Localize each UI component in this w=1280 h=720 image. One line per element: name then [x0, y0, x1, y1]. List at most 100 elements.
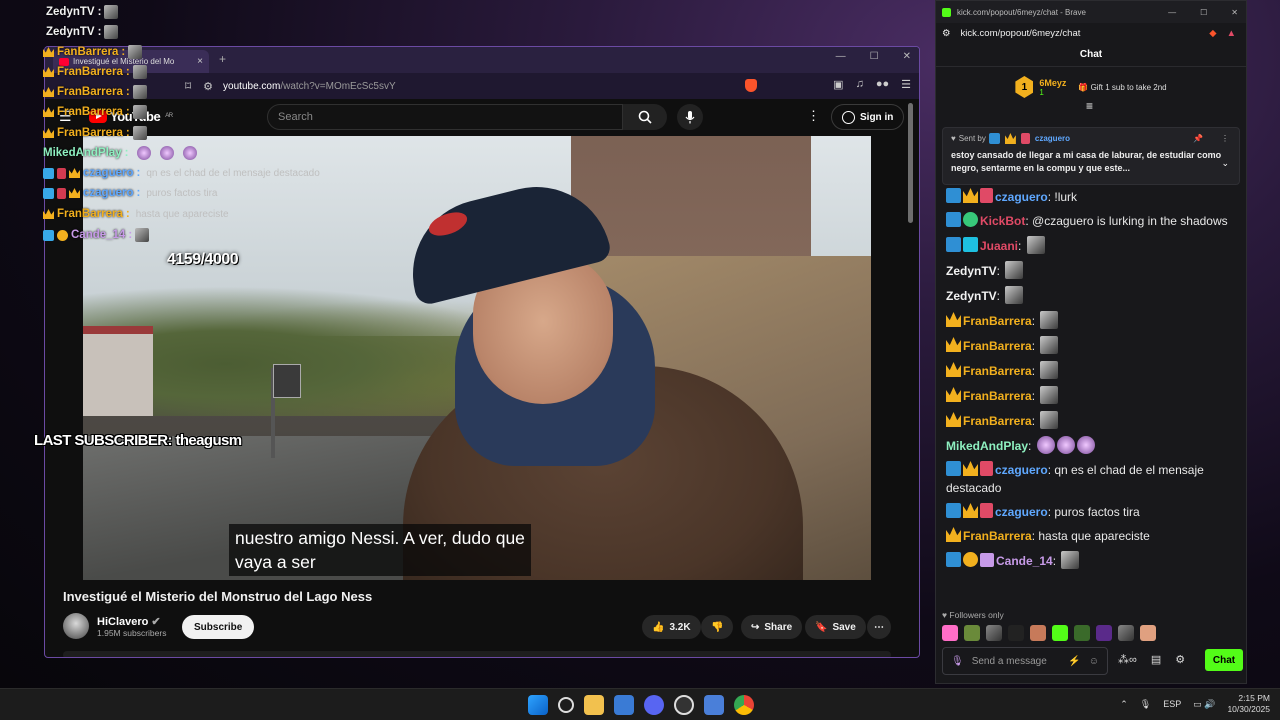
sign-in-button[interactable]: Sign in: [831, 104, 905, 130]
obs-icon[interactable]: [674, 695, 694, 715]
chat-username[interactable]: czaguero: [995, 190, 1048, 204]
more-options-icon[interactable]: ⋮: [807, 108, 820, 124]
chat-message[interactable]: czaguero: puros factos tira: [942, 500, 1240, 524]
start-icon[interactable]: [528, 695, 548, 715]
chat-username[interactable]: MikedAndPlay: [946, 439, 1028, 453]
share-button[interactable]: ↪ Share: [741, 615, 803, 639]
discord-icon[interactable]: [644, 695, 664, 715]
more-actions-button[interactable]: ⋯: [867, 615, 891, 639]
chat-message[interactable]: FranBarrera:: [942, 383, 1240, 408]
chat-username[interactable]: ZedynTV: [946, 289, 997, 303]
search-button[interactable]: [623, 104, 667, 130]
language-indicator[interactable]: ESP: [1163, 699, 1181, 709]
chat-username[interactable]: czaguero: [995, 505, 1048, 519]
emote-3[interactable]: [986, 625, 1002, 641]
browser-menu-icon[interactable]: ☰: [901, 78, 911, 91]
chat-username[interactable]: FranBarrera: [963, 529, 1032, 543]
gift-sub-cta[interactable]: 🎁 Gift 1 sub to take 2nd: [1078, 83, 1166, 92]
page-scrollbar[interactable]: [908, 103, 913, 223]
send-chat-button[interactable]: Chat: [1205, 649, 1243, 671]
channel-avatar[interactable]: [63, 613, 89, 639]
maximize-icon[interactable]: ☐: [1200, 8, 1207, 17]
chat-message[interactable]: czaguero: qn es el chad de el mensaje de…: [942, 458, 1240, 500]
chat-username[interactable]: FranBarrera: [963, 389, 1032, 403]
emote-6[interactable]: [1052, 625, 1068, 641]
network-volume-icon[interactable]: ▭ 🔊: [1193, 699, 1215, 710]
tray-chevron-icon[interactable]: ⌃: [1120, 699, 1128, 710]
emote-9[interactable]: [1118, 625, 1134, 641]
chat-message[interactable]: FranBarrera:: [942, 358, 1240, 383]
pinned-username[interactable]: czaguero: [1035, 134, 1070, 143]
music-icon[interactable]: ♫: [856, 78, 864, 91]
emote-heart[interactable]: [942, 625, 958, 641]
close-window-icon[interactable]: ✕: [903, 51, 911, 62]
clock[interactable]: 2:15 PM 10/30/2025: [1227, 693, 1270, 715]
like-button[interactable]: 👍 3.2K: [642, 615, 701, 639]
chrome-icon[interactable]: [734, 695, 754, 715]
chat-message[interactable]: Juaani:: [942, 233, 1240, 258]
chat-url[interactable]: kick.com/popout/6meyz/chat: [961, 28, 1081, 39]
chat-message[interactable]: FranBarrera: hasta que apareciste: [942, 524, 1240, 548]
search-input[interactable]: Search: [267, 104, 623, 130]
pinned-more-icon[interactable]: ⋮: [1221, 134, 1229, 143]
microphone-icon[interactable]: 🎙: [951, 656, 964, 667]
chat-username[interactable]: FranBarrera: [963, 414, 1032, 428]
bookmark-icon[interactable]: ⌑: [185, 79, 191, 93]
brave-shields-icon[interactable]: ◆: [1209, 28, 1216, 39]
chat-username[interactable]: czaguero: [995, 463, 1048, 477]
chat-message[interactable]: ZedynTV:: [942, 258, 1240, 283]
expand-chevron-icon[interactable]: ⌄: [1221, 158, 1229, 169]
store-icon[interactable]: [614, 695, 634, 715]
minimize-icon[interactable]: —: [1168, 8, 1176, 17]
site-settings-icon[interactable]: ⚙: [942, 28, 951, 39]
top-gifter-name[interactable]: 6Meyz: [1039, 78, 1066, 88]
voice-search-button[interactable]: [677, 104, 703, 130]
chat-message-input[interactable]: 🎙 Send a message ⚡ ☺: [942, 647, 1108, 675]
close-window-icon[interactable]: ✕: [1231, 8, 1238, 17]
emote-8[interactable]: [1096, 625, 1112, 641]
pinned-pin-icon[interactable]: 📌: [1193, 134, 1203, 143]
save-button[interactable]: 🔖 Save: [805, 615, 866, 639]
site-settings-icon[interactable]: ⚙: [203, 80, 213, 93]
maximize-icon[interactable]: ☐: [870, 51, 879, 62]
chat-username[interactable]: KickBot: [980, 214, 1025, 228]
emote-10[interactable]: [1140, 625, 1156, 641]
chat-message[interactable]: czaguero: !lurk: [942, 185, 1240, 209]
kicks-icon[interactable]: ⁂∞: [1118, 653, 1137, 666]
chat-message[interactable]: FranBarrera:: [942, 333, 1240, 358]
chat-username[interactable]: FranBarrera: [963, 364, 1032, 378]
filter-icon[interactable]: ≡: [1086, 99, 1093, 113]
chat-message[interactable]: Cande_14:: [942, 548, 1240, 573]
channel-name[interactable]: HiClavero ✔: [97, 615, 166, 628]
chat-username[interactable]: Juaani: [980, 239, 1018, 253]
chat-message[interactable]: KickBot: @czaguero is lurking in the sha…: [942, 209, 1240, 233]
reader-icon[interactable]: ▣: [833, 78, 843, 91]
emote-4[interactable]: [1008, 625, 1024, 641]
chat-message[interactable]: FranBarrera:: [942, 308, 1240, 333]
chat-message[interactable]: MikedAndPlay:: [942, 433, 1240, 458]
emote-picker-icon[interactable]: ☺: [1089, 656, 1099, 667]
mic-tray-icon[interactable]: 🎙: [1140, 699, 1151, 710]
emote-5[interactable]: [1030, 625, 1046, 641]
video-player[interactable]: nuestro amigo Nessi. A ver, dudo que vay…: [83, 136, 871, 580]
emote-7[interactable]: [1074, 625, 1090, 641]
brave-shields-icon[interactable]: [745, 79, 757, 92]
brave-icon[interactable]: [704, 695, 724, 715]
chat-settings-icon[interactable]: ⚙: [1175, 653, 1185, 666]
minimize-icon[interactable]: —: [836, 51, 846, 62]
subscribe-button[interactable]: Subscribe: [182, 615, 255, 639]
new-tab-icon[interactable]: +: [219, 52, 226, 66]
pinned-message[interactable]: ♥ Sent by czaguero 📌 ⋮ estoy cansado de …: [942, 127, 1240, 185]
chat-message[interactable]: FranBarrera:: [942, 408, 1240, 433]
dislike-button[interactable]: 👎: [701, 615, 734, 639]
chat-message[interactable]: ZedynTV:: [942, 283, 1240, 308]
extensions-icon[interactable]: ●●: [876, 78, 889, 91]
chat-username[interactable]: FranBarrera: [963, 314, 1032, 328]
close-tab-icon[interactable]: ×: [197, 56, 203, 67]
url-field[interactable]: youtube.com/watch?v=MOmEcSc5svY: [223, 81, 396, 92]
file-explorer-icon[interactable]: [584, 695, 604, 715]
emote-2[interactable]: [964, 625, 980, 641]
chat-username[interactable]: Cande_14: [996, 554, 1053, 568]
store-icon[interactable]: ▤: [1151, 653, 1161, 666]
chat-username[interactable]: FranBarrera: [963, 339, 1032, 353]
